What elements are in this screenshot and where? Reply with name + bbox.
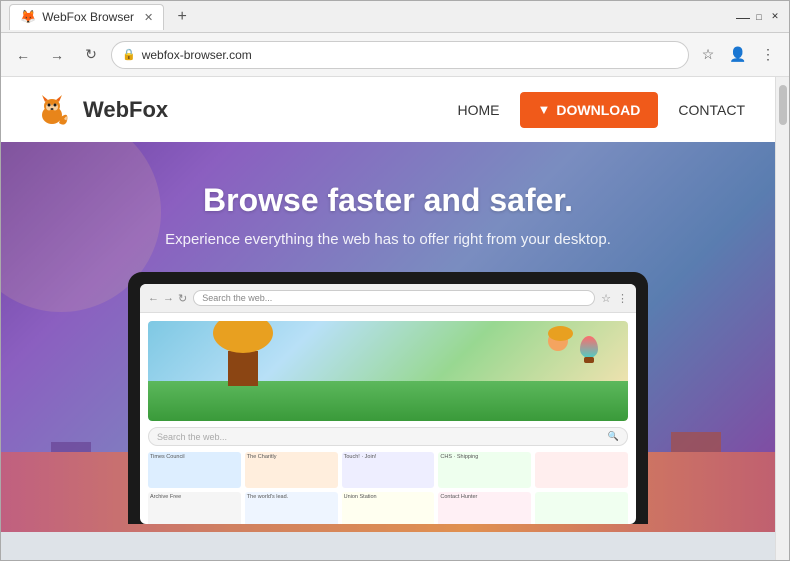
tab-title: WebFox Browser: [42, 10, 134, 24]
tab-close-button[interactable]: ✕: [144, 11, 153, 24]
scrollbar-thumb[interactable]: [779, 85, 787, 125]
site-navbar: WebFox HOME ▼ DOWNLOAD CONTACT: [1, 77, 775, 142]
laptop-screen: ← → ↻ Search the web... ☆ ⋮: [140, 284, 636, 524]
site-logo-text: WebFox: [83, 97, 168, 123]
browser-toolbar: ← → ↻ 🔒 webfox-browser.com ☆ 👤 ⋮: [1, 33, 789, 77]
toolbar-right: ☆ 👤 ⋮: [695, 42, 781, 68]
thumbnail-1: Times Council: [148, 452, 241, 488]
download-arrow-icon: ▼: [538, 102, 551, 117]
close-button[interactable]: ✕: [769, 11, 781, 23]
nav-contact[interactable]: CONTACT: [678, 102, 745, 118]
window-controls: — □ ✕: [737, 11, 781, 23]
laptop-address-bar: Search the web...: [193, 290, 595, 306]
laptop-search-text: Search the web...: [202, 293, 272, 303]
tab-favicon: 🦊: [20, 9, 36, 25]
laptop-back-icon: ←: [148, 292, 159, 305]
refresh-button[interactable]: ↻: [77, 41, 105, 69]
thumb-2-title: The Charitly: [245, 452, 338, 462]
thumbnail-7: The world's lead.: [245, 492, 338, 524]
lock-icon: 🔒: [122, 48, 136, 61]
laptop-mockup: ← → ↻ Search the web... ☆ ⋮: [128, 272, 648, 524]
hero-subtitle: Experience everything the web has to off…: [165, 231, 611, 248]
address-text: webfox-browser.com: [142, 48, 678, 62]
logo-area: WebFox: [31, 89, 458, 131]
laptop-nav-buttons: ← → ↻: [148, 292, 187, 305]
laptop-browser-bar: ← → ↻ Search the web... ☆ ⋮: [140, 284, 636, 313]
laptop-search-icon: 🔍: [608, 431, 619, 442]
title-bar: 🦊 WebFox Browser ✕ + — □ ✕: [1, 1, 789, 33]
thumbnail-8: Union Station: [342, 492, 435, 524]
laptop-page-content: Search the web... 🔍 Times Council The Ch…: [140, 313, 636, 524]
thumbnail-5: [535, 452, 628, 488]
forward-button[interactable]: →: [43, 41, 71, 69]
laptop-search-placeholder: Search the web...: [157, 432, 604, 442]
browser-tab[interactable]: 🦊 WebFox Browser ✕: [9, 4, 164, 30]
laptop-search-bar: Search the web... 🔍: [148, 427, 628, 446]
thumb-9-title: Contact Hunter: [438, 492, 531, 502]
thumb-8-title: Union Station: [342, 492, 435, 502]
new-tab-button[interactable]: +: [170, 5, 194, 29]
title-bar-left: 🦊 WebFox Browser ✕ +: [9, 4, 737, 30]
thumbnail-10: [535, 492, 628, 524]
thumbnail-9: Contact Hunter: [438, 492, 531, 524]
account-button[interactable]: 👤: [725, 42, 751, 68]
browser-window: 🦊 WebFox Browser ✕ + — □ ✕ ← → ↻ 🔒 webfo…: [0, 0, 790, 561]
nav-home[interactable]: HOME: [458, 102, 500, 118]
laptop-hero-image: [148, 321, 628, 421]
site-nav: HOME ▼ DOWNLOAD CONTACT: [458, 92, 746, 128]
page-content: WebFox HOME ▼ DOWNLOAD CONTACT: [1, 77, 775, 560]
laptop-refresh-icon: ↻: [178, 292, 187, 305]
thumb-1-title: Times Council: [148, 452, 241, 462]
laptop-forward-icon: →: [163, 292, 174, 305]
menu-button[interactable]: ⋮: [755, 42, 781, 68]
thumbnail-2: The Charitly: [245, 452, 338, 488]
site-logo-icon: [31, 89, 73, 131]
thumbnail-3: Touch! · Join!: [342, 452, 435, 488]
maximize-button[interactable]: □: [753, 11, 765, 23]
back-button[interactable]: ←: [9, 41, 37, 69]
thumb-7-title: The world's lead.: [245, 492, 338, 502]
hero-section: WF Browse faster and safer. Experience e…: [1, 142, 775, 532]
minimize-button[interactable]: —: [737, 11, 749, 23]
thumb-6-title: Archive Free: [148, 492, 241, 502]
star-button[interactable]: ☆: [695, 42, 721, 68]
download-btn-label: DOWNLOAD: [556, 102, 640, 118]
scrollbar[interactable]: [775, 77, 789, 560]
thumb-4-title: CHS · Shipping: [438, 452, 531, 462]
address-bar[interactable]: 🔒 webfox-browser.com: [111, 41, 689, 69]
nav-download-button[interactable]: ▼ DOWNLOAD: [520, 92, 659, 128]
thumbnail-4: CHS · Shipping: [438, 452, 531, 488]
thumb-10-title: [535, 492, 628, 496]
hero-title: Browse faster and safer.: [203, 182, 573, 219]
thumbnails-grid: Times Council The Charitly Touch! · Join…: [148, 452, 628, 524]
thumb-3-title: Touch! · Join!: [342, 452, 435, 462]
page-area: WebFox HOME ▼ DOWNLOAD CONTACT: [1, 77, 789, 560]
thumbnail-6: Archive Free: [148, 492, 241, 524]
laptop-menu-icon: ⋮: [617, 292, 628, 305]
thumb-5-title: [535, 452, 628, 456]
laptop-star-icon: ☆: [601, 292, 611, 305]
